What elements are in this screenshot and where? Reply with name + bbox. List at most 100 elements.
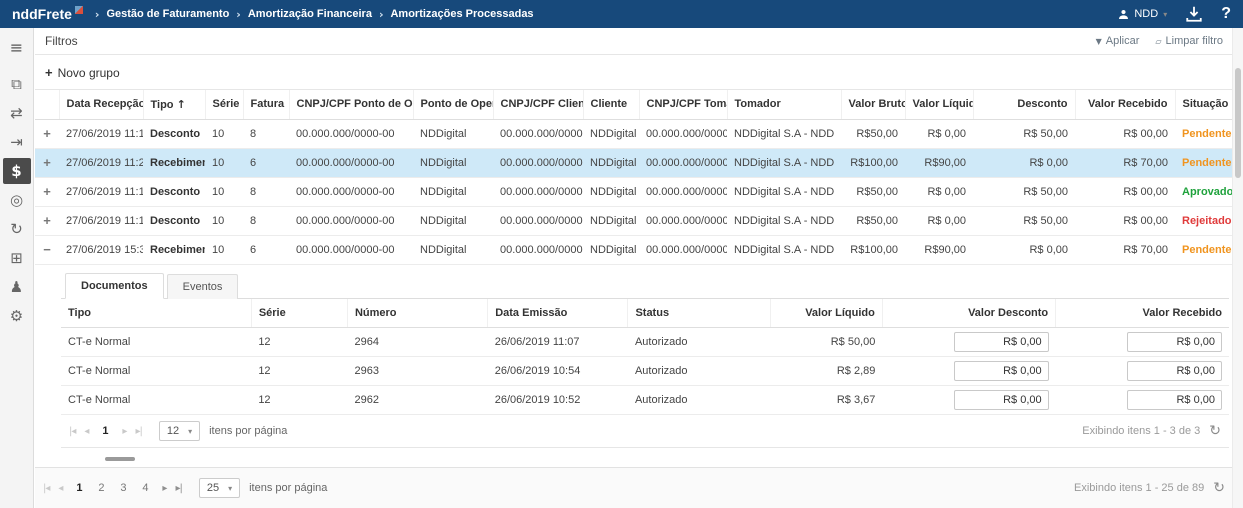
cell-tipo: Recebimento [143,235,205,265]
valor-recebido-input[interactable] [1127,361,1222,381]
breadcrumb-item[interactable]: Gestão de Faturamento [106,8,229,20]
col-situacao[interactable]: Situação [1174,90,1233,120]
refresh-icon[interactable]: ↻ [1209,423,1221,439]
table-row[interactable]: + 27/06/2019 11:17 Desconto 10 8 00.000.… [35,119,1233,149]
vertical-scrollbar[interactable] [1232,28,1243,508]
col-serie[interactable]: Série [204,90,243,120]
col-valor-liquido[interactable]: Valor Líquido [904,90,973,120]
col-doc-emissao[interactable]: Data Emissão [487,298,628,328]
col-desconto[interactable]: Desconto [972,90,1075,120]
breadcrumb-item[interactable]: Amortização Financeira [248,8,372,20]
cell-desconto: R$ 50,00 [973,119,1075,149]
users-icon[interactable]: ♟ [3,274,31,300]
tab-documentos[interactable]: Documentos [65,272,164,299]
vertical-scrollbar-thumb[interactable] [1235,68,1241,178]
prev-page-button[interactable]: ◂ [58,483,63,494]
cell-fatura: 6 [243,148,289,178]
menu-icon[interactable]: ≡ [3,34,31,60]
tab-eventos[interactable]: Eventos [166,273,239,299]
table-row[interactable]: + 27/06/2019 11:21 Recebimento 10 6 00.0… [35,148,1233,178]
table-row[interactable]: − 27/06/2019 15:35 Recebimento 10 6 00.0… [35,235,1233,265]
next-page-button[interactable]: ▸ [122,426,127,437]
amortization-icon[interactable]: ↻ [3,216,31,242]
cell-cnpj-tomador: 00.000.000/0000-00 [639,206,727,236]
valor-desconto-input[interactable] [953,390,1049,410]
expand-toggle[interactable]: + [43,126,51,141]
col-fatura[interactable]: Fatura [242,90,289,120]
help-button[interactable]: ? [1221,5,1231,23]
table-row[interactable]: + 27/06/2019 11:17 Desconto 10 8 00.000.… [35,177,1233,207]
document-row[interactable]: CT-e Normal 12 2963 26/06/2019 10:54 Aut… [61,356,1229,386]
page-number[interactable]: 3 [115,482,131,494]
expand-toggle[interactable]: + [43,184,51,199]
expand-toggle[interactable]: − [43,242,51,257]
apply-filter-button[interactable]: ▼ Aplicar [1096,35,1140,47]
person-icon [1119,9,1129,19]
valor-desconto-input[interactable] [953,361,1049,381]
billing-icon[interactable]: $ [2,158,31,184]
documents-icon[interactable]: ⧉ [3,71,31,97]
freight-icon[interactable]: ⊞ [3,245,31,271]
table-body: + 27/06/2019 11:17 Desconto 10 8 00.000.… [35,119,1233,265]
col-cnpj-cliente[interactable]: CNPJ/CPF Cliente [492,90,583,120]
valor-recebido-input[interactable] [1127,390,1222,410]
next-page-button[interactable]: ▸ [162,483,167,494]
col-cliente[interactable]: Cliente [582,90,639,120]
documents-body: CT-e Normal 12 2964 26/06/2019 11:07 Aut… [61,327,1229,415]
cell-doc-numero: 2962 [347,385,488,415]
col-tipo[interactable]: Tipo ↑ [142,90,205,120]
col-doc-tipo[interactable]: Tipo [61,298,252,328]
cell-valor-liquido: R$90,00 [905,235,973,265]
page-number[interactable]: 1 [71,482,87,494]
first-page-button[interactable]: |◂ [69,426,76,437]
breadcrumb-separator-icon: › [94,7,100,21]
document-row[interactable]: CT-e Normal 12 2962 26/06/2019 10:52 Aut… [61,385,1229,415]
cell-cnpj-cliente: 00.000.000/0000-00 [493,119,583,149]
col-ponto[interactable]: Ponto de Operação [412,90,493,120]
cell-fatura: 8 [243,206,289,236]
prev-page-button[interactable]: ◂ [84,426,89,437]
page-number[interactable]: 4 [137,482,153,494]
col-doc-desconto[interactable]: Valor Desconto [881,298,1056,328]
settings-icon[interactable]: ⚙ [3,303,31,329]
cell-serie: 10 [205,235,243,265]
coin-icon[interactable]: ◎ [3,187,31,213]
breadcrumb-item[interactable]: Amortizações Processadas [390,8,533,20]
col-doc-liquido[interactable]: Valor Líquido [769,298,883,328]
app-logo[interactable]: nddFrete [12,0,83,28]
clear-filter-button[interactable]: ▱ Limpar filtro [1155,35,1223,47]
table-row[interactable]: + 27/06/2019 11:17 Desconto 10 8 00.000.… [35,206,1233,236]
cell-tipo: Recebimento [143,148,205,178]
page-size-select[interactable]: 12 ▾ [158,421,201,441]
page-number[interactable]: 1 [97,425,113,437]
breadcrumb-separator-icon: › [378,7,384,21]
col-cnpj-ponto[interactable]: CNPJ/CPF Ponto de Operação [288,90,413,120]
page-size-select[interactable]: 25 ▾ [198,478,241,498]
col-doc-serie[interactable]: Série [250,298,348,328]
col-tomador[interactable]: Tomador [726,90,841,120]
expand-toggle[interactable]: + [43,213,51,228]
user-menu[interactable]: NDD ▾ [1118,8,1167,20]
col-doc-numero[interactable]: Número [346,298,488,328]
col-valor-recebido[interactable]: Valor Recebido [1074,90,1175,120]
export-icon[interactable]: ⇥ [3,129,31,155]
download-button[interactable] [1185,5,1203,23]
refresh-icon[interactable]: ↻ [1213,480,1225,496]
last-page-button[interactable]: ▸| [135,426,142,437]
expand-toggle[interactable]: + [43,155,51,170]
col-data-recepcao[interactable]: Data Recepção [58,90,143,120]
last-page-button[interactable]: ▸| [175,483,182,494]
new-group-button[interactable]: + Novo grupo [45,65,120,80]
page-number[interactable]: 2 [93,482,109,494]
truck-icon[interactable]: ⇄ [3,100,31,126]
document-row[interactable]: CT-e Normal 12 2964 26/06/2019 11:07 Aut… [61,327,1229,357]
horizontal-scrollbar[interactable] [105,457,135,461]
valor-desconto-input[interactable] [953,332,1049,352]
col-doc-recebido[interactable]: Valor Recebido [1055,298,1229,328]
valor-recebido-input[interactable] [1127,332,1222,352]
sidebar: ≡ ⧉ ⇄ ⇥ $ ◎ ↻ ⊞ ♟ ⚙ [0,28,34,508]
col-valor-bruto[interactable]: Valor Bruto [840,90,905,120]
col-doc-status[interactable]: Status [627,298,771,328]
first-page-button[interactable]: |◂ [43,483,50,494]
col-cnpj-tomador[interactable]: CNPJ/CPF Tomador [638,90,727,120]
